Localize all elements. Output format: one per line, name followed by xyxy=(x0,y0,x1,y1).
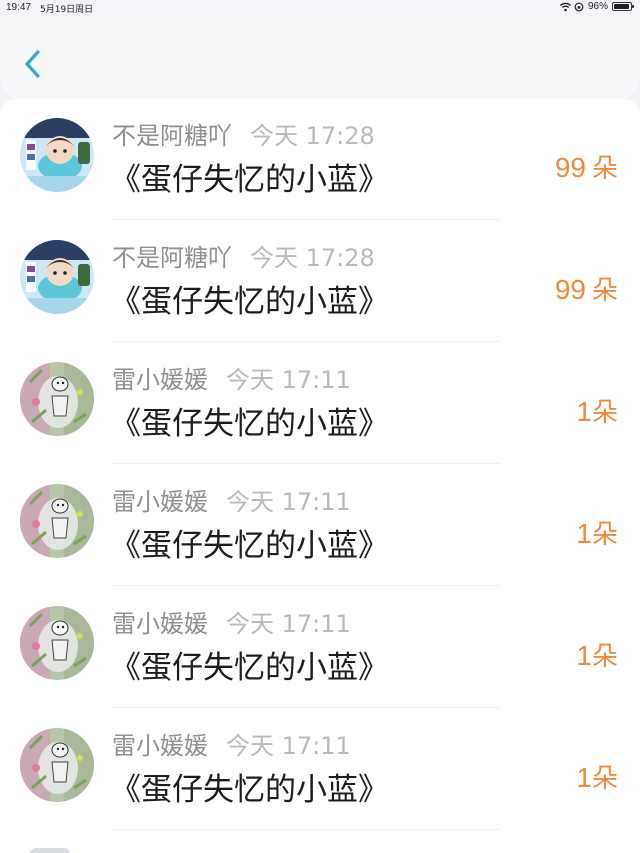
flower-count-unit: 朵 xyxy=(591,642,618,672)
list-item[interactable]: 雷小媛媛 今天 17:11 《蛋仔失忆的小蓝》 1朵 xyxy=(0,708,640,830)
flower-count-number: 1 xyxy=(576,396,592,427)
flower-count: 1朵 xyxy=(576,514,618,551)
flower-count: 99 朵 xyxy=(555,270,618,307)
flower-count-number: 1 xyxy=(576,518,592,549)
battery-icon xyxy=(612,2,634,11)
list-item[interactable]: 雷小媛媛 今天 17:11 《蛋仔失忆的小蓝》 1朵 xyxy=(0,586,640,708)
list-item[interactable]: 不是阿糖吖 今天 17:28 《蛋仔失忆的小蓝》 99 朵 xyxy=(0,220,640,342)
timestamp: 今天 17:11 xyxy=(226,609,351,638)
username[interactable]: 不是阿糖吖 xyxy=(112,116,232,151)
list-item[interactable]: 雷小媛媛 今天 17:11 《蛋仔失忆的小蓝》 1朵 xyxy=(0,342,640,464)
status-indicators: 96% xyxy=(559,1,634,12)
timestamp: 今天 17:11 xyxy=(226,731,351,760)
flower-count-unit: 朵 xyxy=(591,764,618,794)
work-title: 《蛋仔失忆的小蓝》 xyxy=(110,650,389,686)
flower-count-number: 1 xyxy=(576,762,592,793)
flower-count-number: 99 xyxy=(554,274,586,305)
flower-count: 99 朵 xyxy=(555,148,618,185)
screen: 19:47 5月19日周日 96% 不是阿糖吖 今天 17:28 《蛋仔失忆的小… xyxy=(0,0,640,853)
chevron-left-icon xyxy=(25,50,40,78)
user-line: 不是阿糖吖 今天 17:28 xyxy=(112,238,375,272)
work-title: 《蛋仔失忆的小蓝》 xyxy=(110,772,389,808)
work-title: 《蛋仔失忆的小蓝》 xyxy=(110,406,389,442)
avatar[interactable] xyxy=(20,362,94,436)
user-line: 雷小媛媛 今天 17:11 xyxy=(112,482,351,516)
flower-count-unit: 朵 xyxy=(591,154,618,184)
work-title: 《蛋仔失忆的小蓝》 xyxy=(110,528,389,564)
flower-count: 1朵 xyxy=(576,392,618,429)
navigation-bar xyxy=(0,16,640,98)
username[interactable]: 雷小媛媛 xyxy=(112,360,208,395)
username[interactable]: 雷小媛媛 xyxy=(112,726,208,761)
avatar[interactable] xyxy=(20,240,94,314)
flower-count: 1朵 xyxy=(576,636,618,673)
flower-count-unit: 朵 xyxy=(591,520,618,550)
avatar[interactable] xyxy=(20,728,94,802)
next-row-peek xyxy=(30,848,70,853)
user-line: 雷小媛媛 今天 17:11 xyxy=(112,360,351,394)
avatar[interactable] xyxy=(20,606,94,680)
row-divider xyxy=(112,829,500,830)
status-date: 5月19日周日 xyxy=(40,5,94,15)
wifi-icon xyxy=(559,2,571,12)
flower-count-number: 1 xyxy=(576,640,592,671)
battery-percentage: 96% xyxy=(587,1,608,12)
user-line: 不是阿糖吖 今天 17:28 xyxy=(112,116,375,150)
username[interactable]: 雷小媛媛 xyxy=(112,604,208,639)
timestamp: 今天 17:28 xyxy=(250,243,375,272)
back-button[interactable] xyxy=(18,44,48,84)
flower-count-number: 99 xyxy=(554,152,586,183)
gift-record-list: 不是阿糖吖 今天 17:28 《蛋仔失忆的小蓝》 99 朵 不是阿糖吖 今天 17:28 《… xyxy=(0,98,640,853)
user-line: 雷小媛媛 今天 17:11 xyxy=(112,726,351,760)
timestamp: 今天 17:11 xyxy=(226,487,351,516)
avatar[interactable] xyxy=(20,118,94,192)
list-item[interactable]: 不是阿糖吖 今天 17:28 《蛋仔失忆的小蓝》 99 朵 xyxy=(0,98,640,220)
timestamp: 今天 17:11 xyxy=(226,365,351,394)
flower-count-unit: 朵 xyxy=(591,276,618,306)
username[interactable]: 雷小媛媛 xyxy=(112,482,208,517)
work-title: 《蛋仔失忆的小蓝》 xyxy=(110,162,389,198)
list-item[interactable]: 雷小媛媛 今天 17:11 《蛋仔失忆的小蓝》 1朵 xyxy=(0,464,640,586)
username[interactable]: 不是阿糖吖 xyxy=(112,238,232,273)
flower-count-unit: 朵 xyxy=(591,398,618,428)
status-time: 19:47 xyxy=(6,2,32,13)
avatar[interactable] xyxy=(20,484,94,558)
flower-count: 1朵 xyxy=(576,758,618,795)
battery-fill xyxy=(614,4,630,9)
orientation-lock-icon xyxy=(574,2,584,12)
timestamp: 今天 17:28 xyxy=(250,121,375,150)
status-bar: 19:47 5月19日周日 96% xyxy=(0,0,640,16)
work-title: 《蛋仔失忆的小蓝》 xyxy=(110,284,389,320)
user-line: 雷小媛媛 今天 17:11 xyxy=(112,604,351,638)
